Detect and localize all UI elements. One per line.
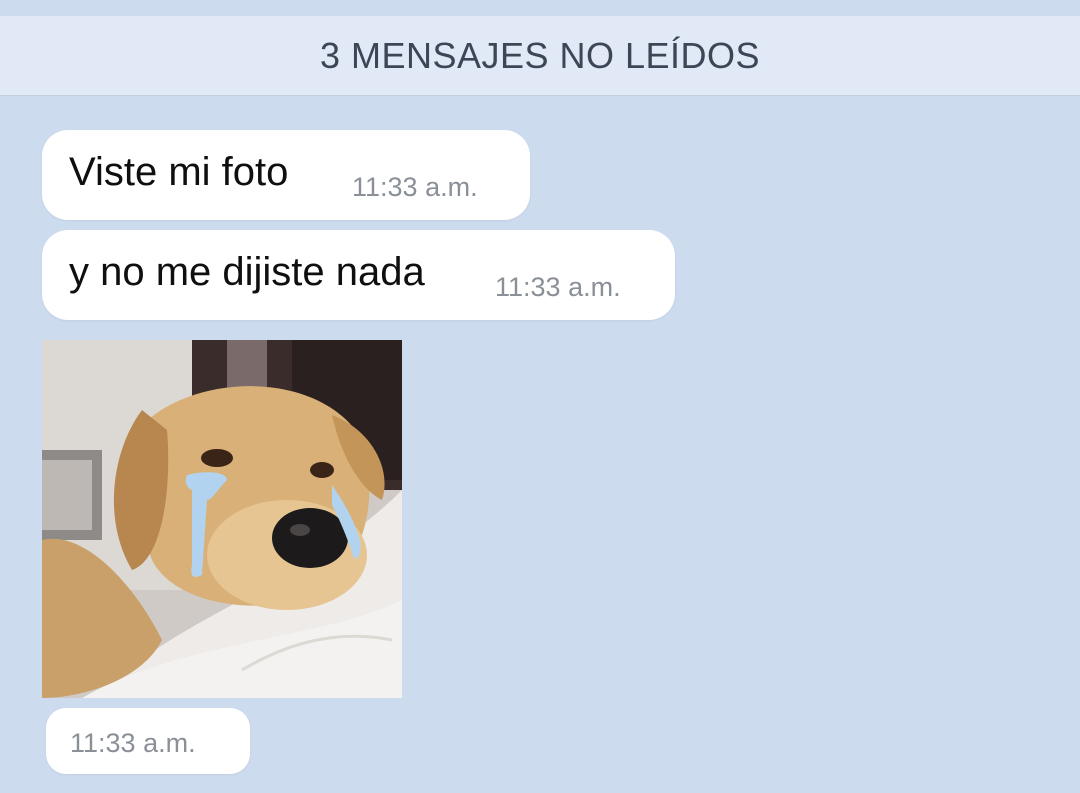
crying-dog-image [42, 340, 402, 698]
photo-message-crying-dog[interactable] [42, 340, 402, 698]
unread-messages-label: 3 MENSAJES NO LEÍDOS [319, 34, 761, 76]
message-text: Viste mi foto [69, 150, 289, 194]
top-strip [0, 0, 1080, 16]
message-bubble[interactable]: y no me dijiste nada 11:33 a.m. [42, 230, 675, 320]
message-text: y no me dijiste nada [69, 250, 425, 294]
message-timestamp: 11:33 a.m. [70, 728, 196, 758]
message-timestamp: 11:33 a.m. [352, 172, 478, 202]
unread-messages-banner: 3 MENSAJES NO LEÍDOS [0, 16, 1080, 96]
message-bubble[interactable]: Viste mi foto 11:33 a.m. [42, 130, 530, 220]
message-timestamp: 11:33 a.m. [495, 272, 621, 302]
photo-timestamp-bubble: 11:33 a.m. [46, 708, 250, 774]
